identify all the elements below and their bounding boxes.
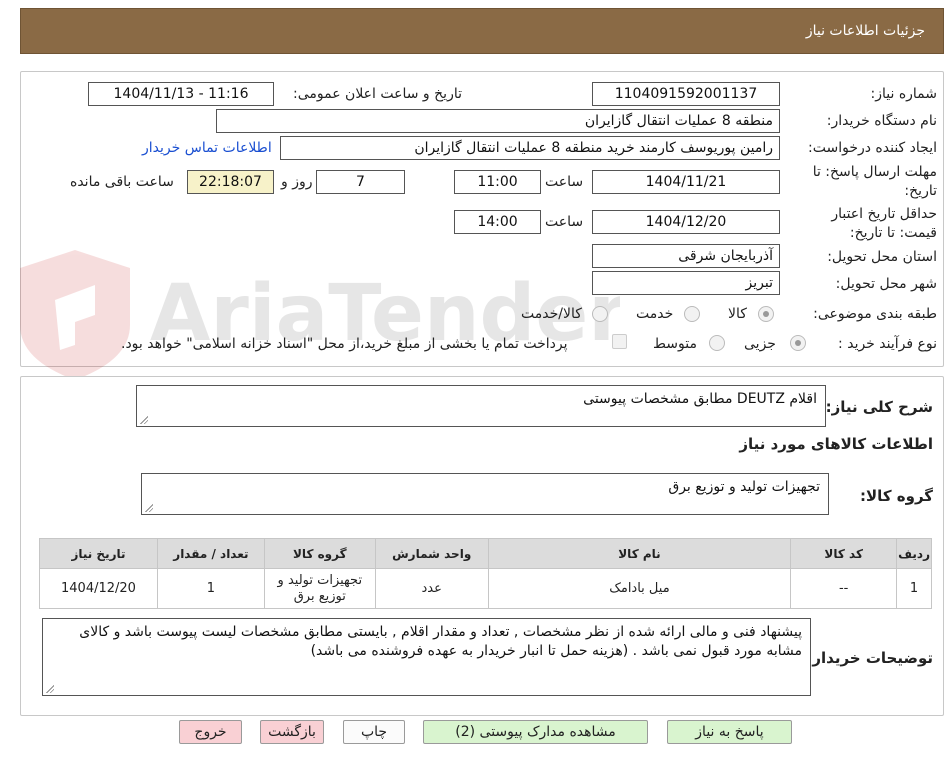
city-field: تبریز <box>592 271 780 295</box>
page-header: جزئیات اطلاعات نیاز <box>20 8 944 54</box>
exit-button[interactable]: خروج <box>179 720 242 744</box>
days-field: 7 <box>316 170 405 194</box>
buyer-org-label: نام دستگاه خریدار: <box>826 113 937 129</box>
buyer-contact-link[interactable]: اطلاعات تماس خریدار <box>142 140 272 156</box>
goods-info-title: اطلاعات کالاهای مورد نیاز <box>739 435 933 453</box>
province-field: آذربایجان شرقی <box>592 244 780 268</box>
remaining-label: ساعت باقی مانده <box>70 174 174 190</box>
buyer-notes-text: پیشنهاد فنی و مالی ارائه شده از نظر مشخص… <box>79 624 802 659</box>
category-radio-goods[interactable] <box>758 306 774 322</box>
col-group-header: گروه کالا <box>263 538 376 569</box>
col-unit-header: واحد شمارش <box>374 538 489 569</box>
treasury-note: پرداخت تمام یا بخشی از مبلغ خرید،از محل … <box>121 336 568 352</box>
reply-deadline-label: مهلت ارسال پاسخ: تا <box>812 164 937 180</box>
remaining-time-field: 22:18:07 <box>187 170 274 194</box>
cell-code: -- <box>790 568 898 609</box>
goods-group-label: گروه کالا: <box>860 487 933 505</box>
page-title: جزئیات اطلاعات نیاز <box>805 23 925 39</box>
col-row-header: ردیف <box>896 538 932 569</box>
buyer-notes-label: توضیحات خریدار: <box>806 649 933 667</box>
province-label: استان محل تحویل: <box>827 249 937 265</box>
category-label: طبقه بندی موضوعی: <box>813 306 937 322</box>
reply-time-label: ساعت <box>545 174 584 190</box>
city-label: شهر محل تحویل: <box>835 276 937 292</box>
treasury-checkbox[interactable] <box>612 334 627 349</box>
goods-table: ردیف کد کالا نام کالا واحد شمارش گروه کا… <box>39 538 932 609</box>
col-code-header: کد کالا <box>790 538 898 569</box>
cell-qty: 1 <box>156 568 265 609</box>
validity-date-field: 1404/12/20 <box>592 210 780 234</box>
process-option-minor: جزیی <box>744 336 776 352</box>
resize-grip-icon[interactable] <box>139 415 148 424</box>
creator-label: ایجاد کننده درخواست: <box>808 140 937 156</box>
cell-unit: عدد <box>374 568 489 609</box>
goods-group-field: تجهیزات تولید و توزیع برق <box>141 473 829 515</box>
print-button[interactable]: چاپ <box>343 720 405 744</box>
process-option-medium: متوسط <box>653 336 697 352</box>
need-number-field: 1104091592001137 <box>592 82 780 106</box>
creator-field: رامین پوریوسف کارمند خرید منطقه 8 عملیات… <box>280 136 780 160</box>
process-label: نوع فرآیند خرید : <box>838 336 937 352</box>
col-qty-header: تعداد / مقدار <box>156 538 265 569</box>
reply-time-field: 11:00 <box>454 170 541 194</box>
category-option-service: خدمت <box>636 306 674 322</box>
cell-date: 1404/12/20 <box>39 568 158 609</box>
table-row: 1 -- میل بادامک عدد تجهیزات تولید و توزی… <box>39 568 932 609</box>
buyer-org-field: منطقه 8 عملیات انتقال گازایران <box>216 109 780 133</box>
process-radio-minor[interactable] <box>790 335 806 351</box>
buyer-notes-field: پیشنهاد فنی و مالی ارائه شده از نظر مشخص… <box>42 618 811 696</box>
back-button[interactable]: بازگشت <box>260 720 324 744</box>
validity-time-field: 14:00 <box>454 210 541 234</box>
validity-time-label: ساعت <box>545 214 584 230</box>
process-radio-medium[interactable] <box>709 335 725 351</box>
days-label: روز و <box>281 174 313 190</box>
resize-grip-icon[interactable] <box>45 684 54 693</box>
reply-deadline-label-2: تاریخ: <box>904 183 937 199</box>
validity-label: حداقل تاریخ اعتبار <box>831 206 937 222</box>
need-description-text: اقلام DEUTZ مطابق مشخصات پیوستی <box>583 391 817 407</box>
cell-group: تجهیزات تولید و توزیع برق <box>263 568 376 609</box>
need-description-label: شرح کلی نیاز: <box>825 398 933 416</box>
goods-group-text: تجهیزات تولید و توزیع برق <box>668 479 820 495</box>
category-radio-goods-service[interactable] <box>592 306 608 322</box>
need-description-field: اقلام DEUTZ مطابق مشخصات پیوستی <box>136 385 826 427</box>
cell-name: میل بادامک <box>487 568 792 609</box>
resize-grip-icon[interactable] <box>144 503 153 512</box>
need-number-label: شماره نیاز: <box>870 86 938 102</box>
category-option-goods-service: کالا/خدمت <box>521 306 582 322</box>
view-attachments-button[interactable]: مشاهده مدارک پیوستی (2) <box>423 720 648 744</box>
announce-label: تاریخ و ساعت اعلان عمومی: <box>293 86 462 102</box>
announce-datetime-field: 1404/11/13 - 11:16 <box>88 82 274 106</box>
cell-row: 1 <box>896 568 932 609</box>
category-option-goods: کالا <box>728 306 747 322</box>
col-name-header: نام کالا <box>487 538 792 569</box>
reply-button[interactable]: پاسخ به نیاز <box>667 720 792 744</box>
category-radio-service[interactable] <box>684 306 700 322</box>
col-date-header: تاریخ نیاز <box>39 538 158 569</box>
reply-date-field: 1404/11/21 <box>592 170 780 194</box>
validity-label-2: قیمت: تا تاریخ: <box>849 225 937 241</box>
goods-table-header: ردیف کد کالا نام کالا واحد شمارش گروه کا… <box>39 538 932 569</box>
